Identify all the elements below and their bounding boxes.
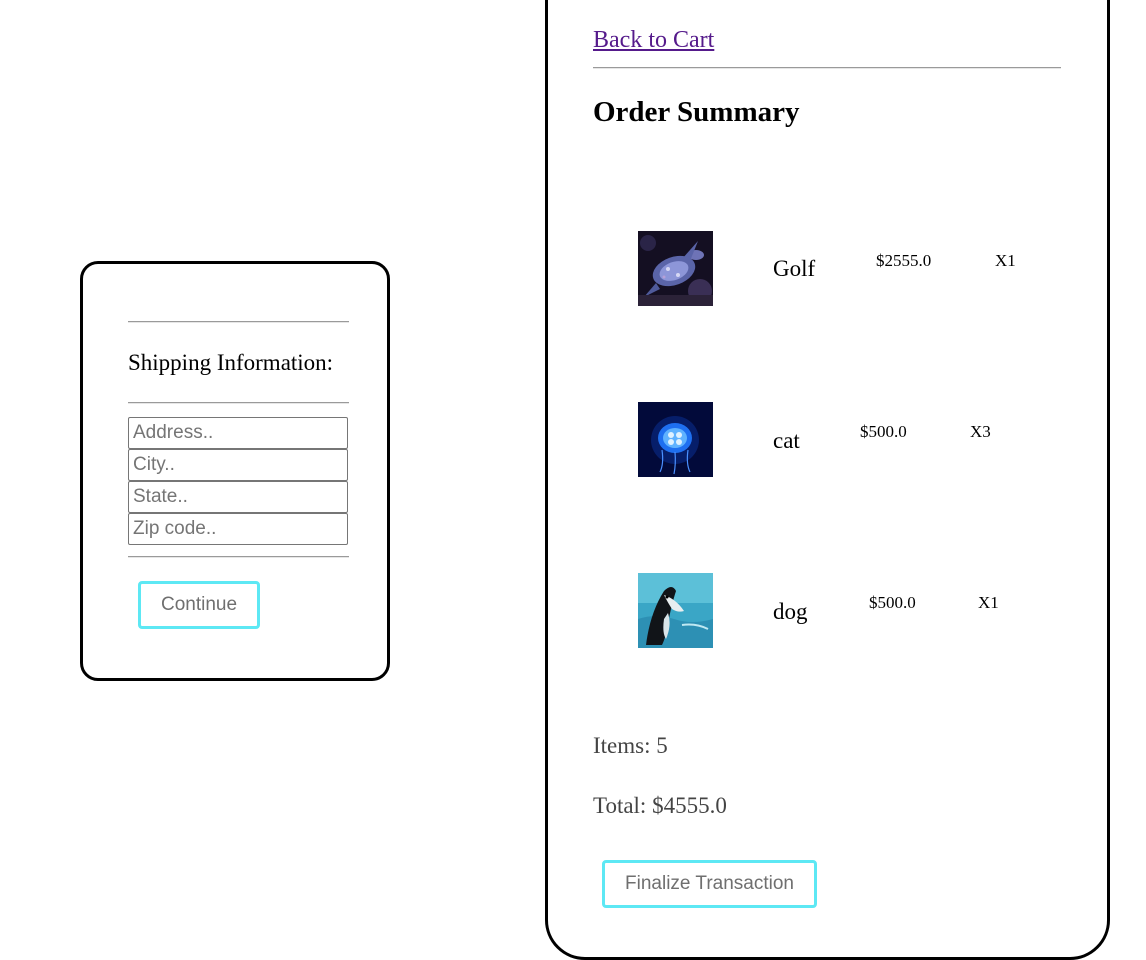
item-name: Golf <box>773 256 816 281</box>
orca-image <box>638 573 713 648</box>
item-name: cat <box>773 428 800 453</box>
shipping-form: Shipping Information: <box>128 321 349 558</box>
item-price: $500.0 <box>869 593 916 612</box>
order-total: Total: $4555.0 <box>593 793 727 818</box>
divider <box>128 556 349 558</box>
item-name: dog <box>773 599 808 624</box>
continue-button[interactable]: Continue <box>138 581 260 629</box>
jellyfish-image <box>638 402 713 477</box>
back-to-cart-link[interactable]: Back to Cart <box>593 27 714 54</box>
state-input[interactable] <box>128 481 348 513</box>
address-input[interactable] <box>128 417 348 449</box>
zip-code-input[interactable] <box>128 513 348 545</box>
divider <box>128 402 349 404</box>
item-quantity: X3 <box>970 422 991 441</box>
items-count: Items: 5 <box>593 733 668 758</box>
address-fields <box>128 417 349 545</box>
shipping-card: Shipping Information: Continue <box>80 261 390 681</box>
shipping-title: Shipping Information: <box>128 350 334 375</box>
finalize-transaction-button[interactable]: Finalize Transaction <box>602 860 817 908</box>
order-summary-title: Order Summary <box>593 96 800 128</box>
divider <box>128 321 349 323</box>
item-quantity: X1 <box>978 593 999 612</box>
item-price: $2555.0 <box>876 251 932 270</box>
divider <box>593 67 1061 69</box>
city-input[interactable] <box>128 449 348 481</box>
sea-turtle-image <box>638 231 713 306</box>
item-quantity: X1 <box>995 251 1016 270</box>
item-price: $500.0 <box>860 422 907 441</box>
